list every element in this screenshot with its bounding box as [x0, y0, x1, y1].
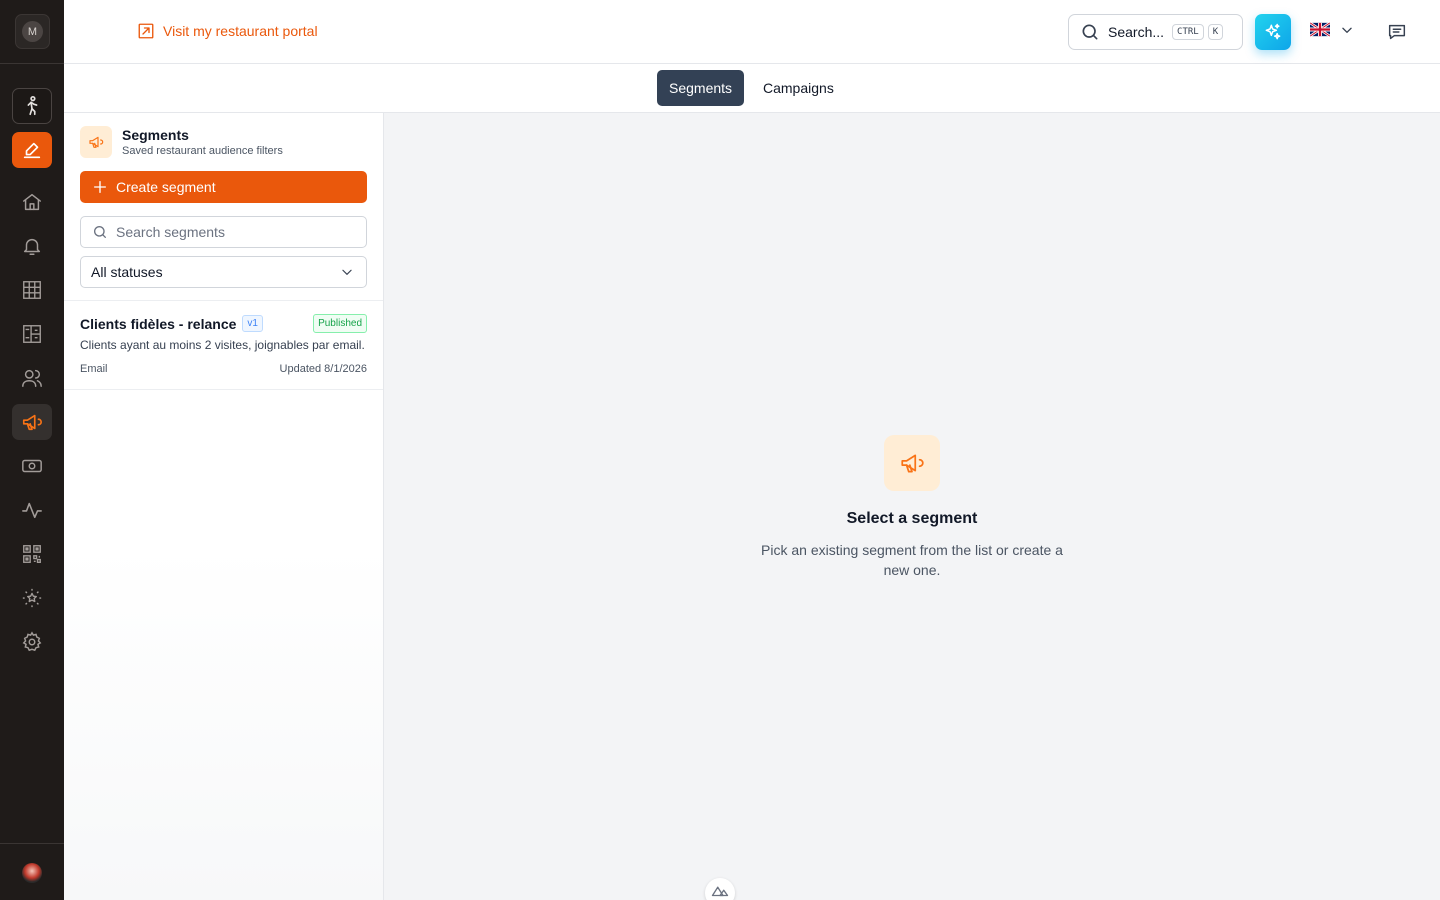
top-header: Visit my restaurant portal Search... CTR…: [64, 0, 1440, 64]
search-icon: [94, 226, 106, 238]
tab-segments[interactable]: Segments: [657, 70, 745, 106]
gear-icon: [22, 631, 42, 652]
create-segment-label: Create segment: [116, 179, 216, 195]
home-icon: [23, 193, 41, 211]
segment-list-item[interactable]: Clients fidèles - relance v1 Published C…: [64, 301, 383, 389]
sparkles-icon: [1265, 23, 1281, 40]
rail-item-customers[interactable]: [12, 360, 52, 396]
list-divider: [64, 389, 383, 390]
grid-icon: [23, 281, 41, 299]
rail-item-notifications[interactable]: [12, 228, 52, 264]
chat-bubble-icon: [1388, 24, 1406, 40]
rail-item-marketing[interactable]: [12, 404, 52, 440]
empty-state-icon: [884, 435, 940, 491]
segment-status-badge: Published: [313, 314, 367, 333]
panel-header: Segments Saved restaurant audience filte…: [80, 126, 283, 158]
segments-panel: Segments Saved restaurant audience filte…: [64, 113, 384, 900]
status-filter-value: All statuses: [91, 264, 163, 280]
portal-link-label: Visit my restaurant portal: [163, 23, 318, 39]
rail-item-analytics[interactable]: [12, 492, 52, 528]
segment-search-input[interactable]: [116, 224, 356, 240]
rail-item-payments[interactable]: [12, 448, 52, 484]
section-tabs: Segments Campaigns: [64, 64, 1440, 113]
walking-person-icon: [27, 96, 38, 116]
star-badge-icon: [22, 588, 42, 608]
panel-title: Segments: [122, 127, 189, 143]
global-search-label: Search...: [1108, 24, 1165, 40]
floorplan-icon: [23, 325, 41, 343]
devtools-badge[interactable]: [705, 878, 735, 900]
rail-item-edit[interactable]: [12, 132, 52, 168]
pencil-icon: [23, 142, 41, 159]
feedback-button[interactable]: [1386, 21, 1408, 43]
segment-description: Clients ayant au moins 2 visites, joigna…: [80, 338, 365, 352]
create-segment-button[interactable]: Create segment: [80, 171, 367, 203]
rail-divider: [0, 63, 64, 64]
status-filter-select[interactable]: All statuses: [80, 256, 367, 288]
users-icon: [22, 369, 42, 387]
qr-code-icon: [23, 545, 41, 563]
rail-divider: [0, 843, 64, 844]
user-avatar[interactable]: [22, 863, 42, 883]
rail-item-walkthrough[interactable]: [12, 88, 52, 124]
shortcut-key-k: K: [1207, 24, 1224, 40]
segment-search: [80, 216, 367, 248]
panel-subtitle: Saved restaurant audience filters: [122, 145, 283, 157]
rail-item-floorplan[interactable]: [12, 316, 52, 352]
megaphone-icon: [901, 454, 924, 473]
rail-item-reviews[interactable]: [12, 580, 52, 616]
segment-detail-area: Select a segment Pick an existing segmen…: [384, 113, 1440, 900]
shortcut-key-ctrl: CTRL: [1172, 24, 1204, 40]
portal-link[interactable]: Visit my restaurant portal: [137, 22, 318, 40]
activity-icon: [22, 502, 42, 519]
rail-item-home[interactable]: [12, 184, 52, 220]
uk-flag-icon: [1310, 22, 1330, 37]
bell-icon: [23, 238, 41, 255]
chevron-down-icon: [1342, 27, 1352, 33]
global-search-button[interactable]: Search... CTRL K: [1068, 14, 1243, 50]
language-selector[interactable]: [1310, 22, 1354, 37]
empty-state-text: Pick an existing segment from the list o…: [761, 542, 1063, 578]
segment-channel: Email: [80, 363, 108, 375]
plus-icon: [94, 181, 106, 193]
rail-item-settings[interactable]: [12, 624, 52, 660]
workspace-avatar-initial: M: [22, 21, 43, 42]
segment-name: Clients fidèles - relance: [80, 315, 237, 332]
megaphone-icon: [22, 414, 42, 431]
rail-item-calendar[interactable]: [12, 272, 52, 308]
search-icon: [1082, 24, 1098, 40]
banknote-icon: [22, 459, 42, 473]
tab-campaigns[interactable]: Campaigns: [751, 70, 846, 106]
segment-version-badge: v1: [242, 315, 263, 332]
left-rail: M: [0, 0, 64, 900]
megaphone-icon: [89, 136, 104, 148]
external-link-icon: [138, 23, 154, 39]
panel-icon: [80, 126, 112, 158]
ai-assistant-button[interactable]: [1255, 14, 1291, 50]
empty-state-title: Select a segment: [846, 510, 978, 527]
workspace-avatar[interactable]: M: [15, 14, 50, 49]
chevron-down-icon: [342, 269, 352, 275]
rail-item-qr[interactable]: [12, 536, 52, 572]
mountain-logo-icon: [711, 886, 729, 897]
segment-updated: Updated 8/1/2026: [279, 363, 367, 375]
